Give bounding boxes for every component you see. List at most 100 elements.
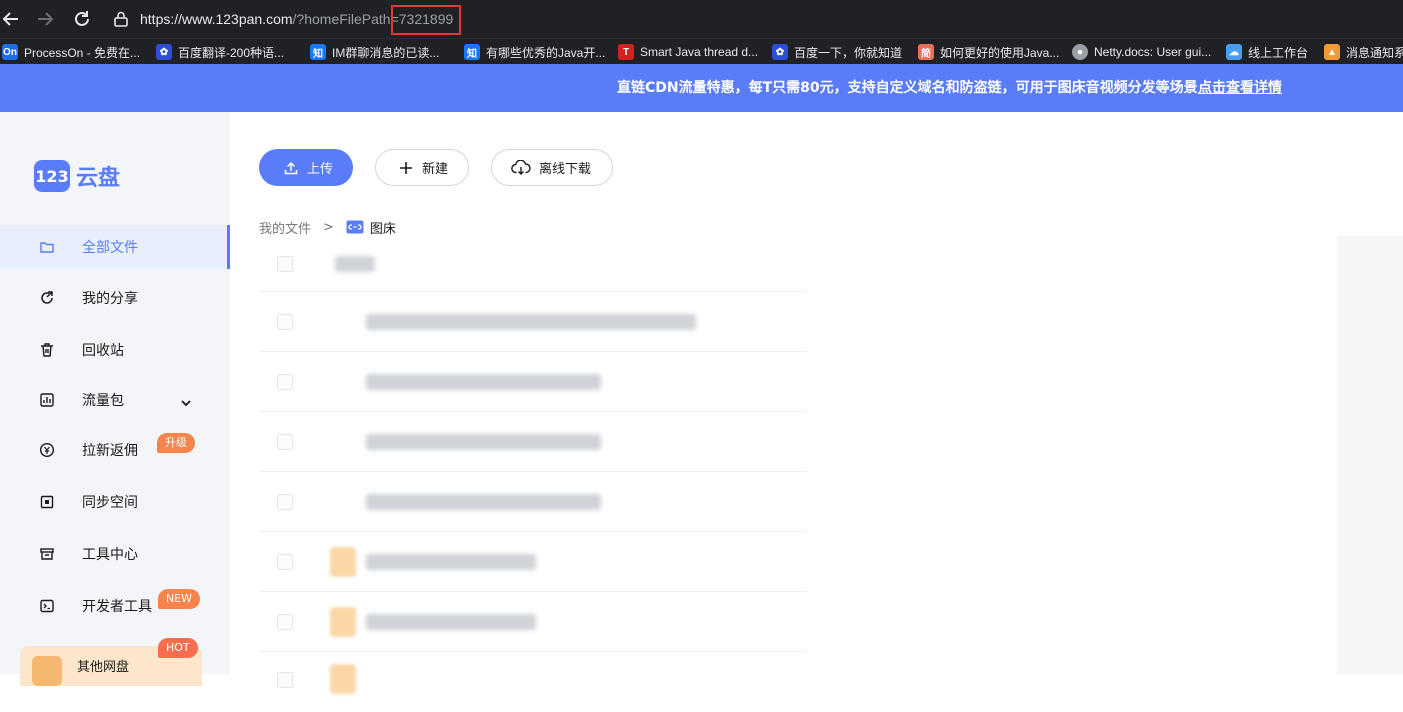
bookmark-zhihu-im[interactable]: 知 IM群聊消息的已读... [310, 42, 439, 62]
file-row[interactable] [259, 232, 807, 292]
chevron-down-icon[interactable] [180, 394, 192, 407]
logo-text: 云盘 [76, 166, 121, 191]
sidebar-item-my-share[interactable]: 我的分享 [0, 276, 230, 320]
file-name-blurred [366, 494, 601, 510]
sidebar-item-label: 我的分享 [82, 291, 138, 307]
bookmark-label: ProcessOn - 免费在... [24, 45, 141, 60]
sidebar-item-recycle-bin[interactable]: 回收站 [0, 328, 230, 372]
row-checkbox[interactable] [277, 494, 293, 510]
file-row[interactable] [259, 352, 807, 412]
bookmark-jianshu[interactable]: 简如何更好的使用Java... [918, 42, 1059, 62]
bookmark-label: IM群聊消息的已读... [332, 45, 440, 60]
file-row[interactable] [259, 412, 807, 472]
terminal-icon [38, 597, 56, 615]
share-icon [38, 289, 56, 307]
bookmark-label: 线上工作台 [1248, 45, 1309, 60]
bookmark-processon[interactable]: On ProcessOn - 免费在... [2, 42, 140, 62]
file-name-blurred [366, 374, 601, 390]
detail-panel [1337, 236, 1403, 674]
bookmark-smart-java[interactable]: T Smart Java thread d... [618, 42, 758, 62]
trash-icon [38, 341, 56, 359]
offline-download-button[interactable]: 离线下载 [491, 149, 613, 186]
file-name-blurred [366, 554, 536, 570]
back-icon[interactable] [0, 8, 22, 30]
sidebar-item-label: 流量包 [82, 393, 124, 409]
logo[interactable]: 123 云盘 [34, 160, 120, 192]
new-label: 新建 [422, 162, 449, 177]
plus-icon [400, 161, 412, 174]
upload-button[interactable]: 上传 [259, 149, 353, 186]
sidebar-item-label: 拉新返佣 [82, 443, 138, 459]
image-thumbnail [330, 607, 356, 637]
file-name-blurred [335, 256, 375, 272]
bookmark-baidu[interactable]: ✿ 百度一下，你就知道 [772, 42, 902, 62]
folder-icon [38, 238, 56, 256]
sidebar-item-label: 全部文件 [82, 240, 138, 256]
url-path: /?homeFilePath [292, 11, 391, 27]
toolbox-icon [38, 545, 56, 563]
file-row[interactable] [259, 532, 807, 592]
browser-toolbar: https://www.123pan.com/?homeFilePath=732… [0, 0, 1403, 38]
yuan-icon [38, 441, 56, 459]
row-checkbox[interactable] [277, 256, 293, 272]
cloud-download-icon [511, 159, 531, 175]
offline-download-label: 离线下载 [539, 162, 592, 177]
reload-icon[interactable] [71, 8, 93, 30]
sidebar-item-tool-center[interactable]: 工具中心 [0, 532, 230, 576]
drive-icon [32, 656, 62, 686]
logo-mark: 123 [34, 160, 70, 192]
sidebar-item-label: 工具中心 [82, 547, 138, 563]
row-checkbox[interactable] [277, 672, 293, 688]
upgrade-badge: 升级 [157, 433, 195, 453]
sidebar-item-all-files[interactable]: 全部文件 [0, 225, 230, 269]
row-checkbox[interactable] [277, 374, 293, 390]
banner-details-link[interactable]: 点击查看详情 [1198, 64, 1282, 112]
new-button[interactable]: 新建 [375, 149, 469, 186]
bookmarks-bar: On ProcessOn - 免费在... ✿ 百度翻译-200种语... 知 IM群… [0, 38, 1403, 64]
banner-text: 直链CDN流量特惠，每T只需80元，支持自定义域名和防盗链，可用于图床音视频分发… [617, 80, 1198, 96]
bookmark-workbench[interactable]: ☁ 线上工作台 [1226, 42, 1308, 62]
upload-icon [284, 161, 298, 174]
lock-icon[interactable] [112, 10, 130, 28]
file-row[interactable] [259, 292, 807, 352]
bookmark-notification[interactable]: ▲ 消息通知系 [1324, 42, 1403, 62]
cloud-icon: ☁ [1226, 44, 1242, 60]
bookmark-label: 百度一下，你就知道 [794, 45, 903, 60]
file-name-blurred [366, 314, 696, 330]
sync-icon [38, 493, 56, 511]
image-thumbnail [330, 664, 356, 694]
row-checkbox[interactable] [277, 554, 293, 570]
file-name-blurred [366, 434, 601, 450]
bookmark-label: 有哪些优秀的Java开... [486, 45, 606, 60]
file-row[interactable] [259, 652, 807, 712]
promo-banner: 直链CDN流量特惠，每T只需80元，支持自定义域名和防盗链，可用于图床音视频分发… [0, 64, 1403, 112]
bookmark-netty[interactable]: ● Netty.docs: User gui... [1072, 42, 1211, 62]
bookmark-label: 消息通知系 [1346, 45, 1403, 60]
image-thumbnail [330, 547, 356, 577]
baidu-paw-icon: ✿ [772, 44, 788, 60]
bookmark-baidu-translate[interactable]: ✿ 百度翻译-200种语... [156, 42, 284, 62]
sidebar-item-sync-space[interactable]: 同步空间 [0, 480, 230, 524]
github-icon: ● [1072, 44, 1088, 60]
main-content: 上传 新建 离线下载 我的文件 > 图床 [230, 112, 1403, 694]
zhihu-icon: 知 [310, 44, 326, 60]
row-checkbox[interactable] [277, 314, 293, 330]
bookmark-label: 如何更好的使用Java... [940, 45, 1060, 60]
file-row[interactable] [259, 592, 807, 652]
sidebar-item-label: 同步空间 [82, 495, 138, 511]
sidebar-item-referral[interactable]: 拉新返佣 [0, 428, 230, 472]
sidebar-item-label: 开发者工具 [82, 599, 152, 615]
zhihu-icon: 知 [464, 44, 480, 60]
upload-label: 上传 [307, 162, 334, 177]
bookmark-label: Smart Java thread d... [640, 45, 759, 59]
file-row[interactable] [259, 472, 807, 532]
row-checkbox[interactable] [277, 614, 293, 630]
sidebar-item-traffic-pack[interactable]: 流量包 [0, 378, 230, 422]
baidu-paw-icon: ✿ [156, 44, 172, 60]
file-name-blurred [366, 614, 536, 630]
promo-label: 其他网盘 [77, 660, 130, 675]
row-checkbox[interactable] [277, 434, 293, 450]
bookmark-zhihu-java[interactable]: 知有哪些优秀的Java开... [464, 42, 605, 62]
chart-icon [38, 391, 56, 409]
forward-icon[interactable] [34, 8, 56, 30]
